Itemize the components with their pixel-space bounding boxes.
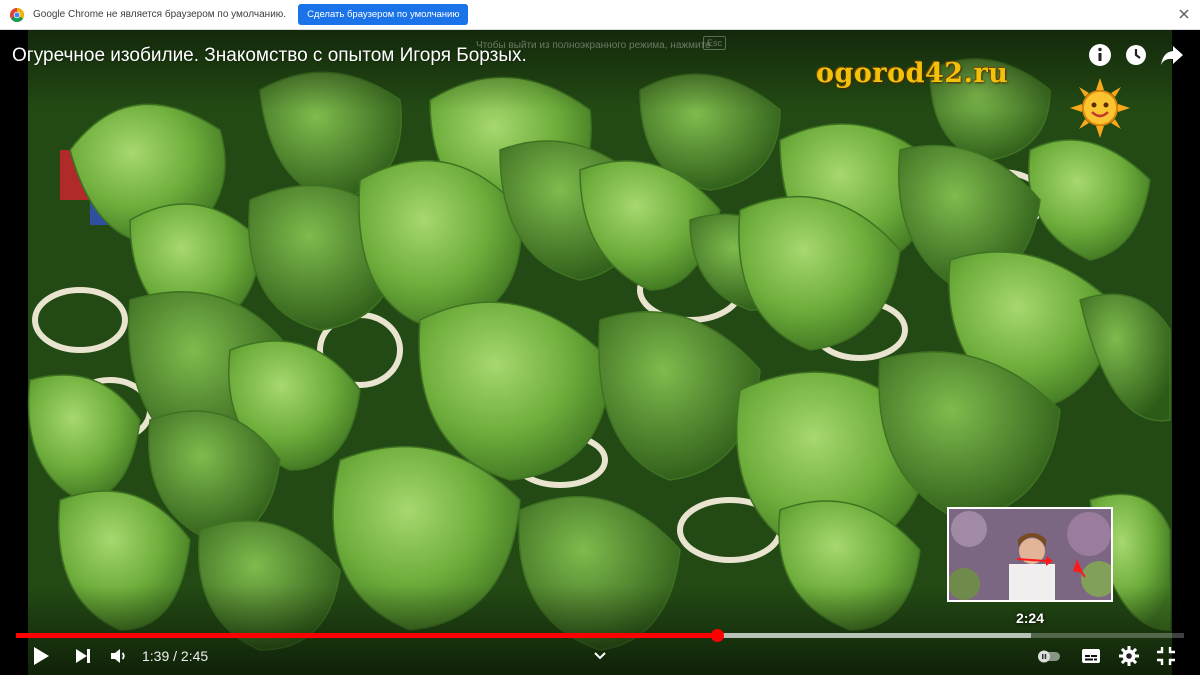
- fullscreen-exit-hint: Чтобы выйти из полноэкранного режима, на…: [476, 40, 711, 51]
- channel-watermark: ogorod42.ru: [816, 58, 1009, 89]
- play-icon[interactable]: [30, 645, 52, 667]
- settings-icon[interactable]: [1118, 645, 1140, 667]
- autoplay-toggle-icon[interactable]: [1036, 645, 1062, 667]
- set-default-browser-button[interactable]: Сделать браузером по умолчанию: [298, 4, 469, 25]
- share-icon[interactable]: [1159, 42, 1185, 68]
- time-display: 1:39 / 2:45: [142, 648, 208, 664]
- current-time: 1:39: [142, 648, 170, 664]
- progress-scrubber[interactable]: [710, 629, 724, 642]
- preview-time: 2:24: [1015, 610, 1045, 626]
- video-player[interactable]: Огуречное изобилие. Знакомство с опытом …: [0, 30, 1200, 675]
- progress-played: [16, 633, 717, 638]
- video-title[interactable]: Огуречное изобилие. Знакомство с опытом …: [12, 45, 527, 67]
- next-icon[interactable]: [73, 645, 93, 667]
- chevron-down-icon[interactable]: [590, 645, 610, 667]
- time-separator: /: [169, 648, 181, 664]
- progress-bar[interactable]: [16, 629, 1184, 642]
- infobar-message: Google Chrome не является браузером по у…: [33, 9, 287, 20]
- seek-preview-thumbnail: [947, 507, 1113, 602]
- chrome-logo-icon: [10, 7, 24, 22]
- info-icon[interactable]: [1087, 42, 1113, 68]
- default-browser-infobar: Google Chrome не является браузером по у…: [0, 0, 1200, 30]
- duration: 2:45: [180, 648, 209, 664]
- volume-icon[interactable]: [108, 645, 130, 667]
- fullscreen-exit-key: Esc: [703, 36, 727, 50]
- sun-logo-icon: [1070, 78, 1130, 138]
- exit-fullscreen-icon[interactable]: [1155, 645, 1177, 667]
- subtitles-icon[interactable]: [1080, 645, 1102, 667]
- preview-image: [949, 509, 1111, 600]
- close-icon[interactable]: [1178, 8, 1190, 20]
- watch-later-icon[interactable]: [1123, 42, 1149, 68]
